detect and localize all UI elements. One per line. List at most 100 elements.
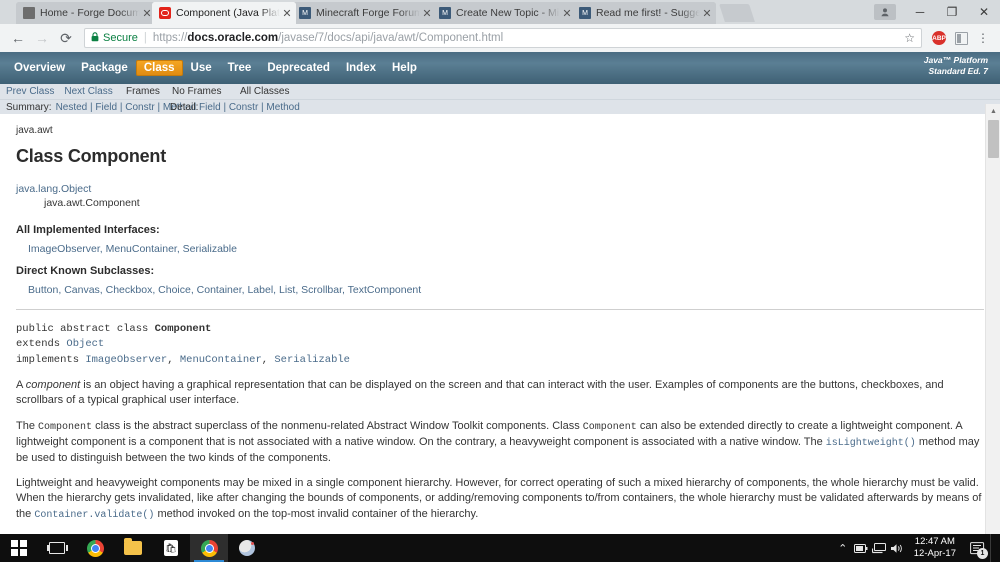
- folder-icon: [124, 538, 142, 555]
- decl-class-name: Component: [154, 323, 212, 336]
- detail-items[interactable]: Field | Constr | Method: [199, 102, 300, 113]
- security-label: Secure: [103, 32, 138, 44]
- file-explorer-button[interactable]: [114, 534, 152, 562]
- task-view-button[interactable]: [38, 534, 76, 562]
- browser-tab[interactable]: M Create New Topic - Mine ✕: [432, 2, 576, 24]
- abp-badge: ABP: [932, 31, 946, 45]
- volume-icon[interactable]: [888, 534, 906, 562]
- browser-tab[interactable]: Home - Forge Document ✕: [16, 2, 156, 24]
- bookmark-star-icon[interactable]: ☆: [904, 31, 915, 45]
- description-paragraph-2: The Component class is the abstract supe…: [16, 419, 984, 466]
- page-viewport: Overview Package Class Use Tree Deprecat…: [0, 52, 1000, 534]
- p3-part-b: method invoked on the top-most invalid c…: [154, 507, 479, 520]
- browser-tab-active[interactable]: Component (Java Platfor ✕: [152, 2, 296, 24]
- nav-index[interactable]: Index: [338, 59, 384, 77]
- is-lightweight-link[interactable]: isLightweight(): [826, 438, 916, 449]
- url-scheme: https://: [152, 32, 188, 44]
- prev-class-link[interactable]: Prev Class: [6, 86, 54, 97]
- browser-tab[interactable]: M Read me first! - Suggesti ✕: [572, 2, 716, 24]
- brand-line-1: Java™ Platform: [923, 55, 988, 65]
- start-button[interactable]: [0, 534, 38, 562]
- scroll-up-arrow-icon[interactable]: ▲: [986, 104, 1000, 119]
- notification-center-button[interactable]: 1: [964, 534, 990, 562]
- adblock-plus-icon[interactable]: ABP: [928, 27, 950, 49]
- nav-package[interactable]: Package: [73, 59, 136, 77]
- show-hidden-icons-chevron-icon[interactable]: ⌃: [834, 534, 852, 562]
- decl-interface-2[interactable]: MenuContainer: [180, 354, 262, 366]
- chrome-icon: [86, 539, 104, 557]
- forum-icon: M: [579, 7, 591, 19]
- package-name: java.awt: [16, 125, 53, 136]
- back-button[interactable]: ←: [6, 26, 30, 50]
- tab-close-icon[interactable]: ✕: [700, 7, 714, 20]
- decl-extends-kw: extends: [16, 338, 67, 351]
- next-class-link[interactable]: Next Class: [64, 86, 112, 97]
- forum-icon: M: [299, 7, 311, 19]
- forward-button[interactable]: →: [30, 26, 54, 50]
- browser-tab[interactable]: M Minecraft Forge Forums ✕: [292, 2, 436, 24]
- profile-avatar-icon[interactable]: [874, 4, 896, 20]
- taskbar-clock[interactable]: 12:47 AM 12-Apr-17: [906, 536, 964, 560]
- show-desktop-button[interactable]: [990, 534, 996, 562]
- class-declaration: public abstract class Component extends …: [16, 323, 350, 366]
- browser-window: Home - Forge Document ✕ Component (Java …: [0, 0, 1000, 534]
- inherit-leaf: java.awt.Component: [44, 197, 140, 210]
- page-scrollbar[interactable]: ▲ ▼: [985, 104, 1000, 534]
- container-validate-link[interactable]: Container.validate(): [34, 510, 154, 521]
- nav-class[interactable]: Class: [135, 60, 183, 76]
- decl-interface-1[interactable]: ImageObserver: [85, 354, 167, 366]
- page-title: Class Component: [16, 145, 167, 166]
- scrollbar-thumb[interactable]: [988, 120, 999, 158]
- new-tab-button[interactable]: [719, 4, 755, 22]
- inherit-root-link[interactable]: java.lang.Object: [16, 183, 91, 195]
- inheritance-tree: java.lang.Object java.awt.Component: [16, 182, 984, 211]
- task-view-icon: [46, 542, 68, 554]
- tab-close-icon[interactable]: ✕: [280, 7, 294, 20]
- nav-tree[interactable]: Tree: [220, 59, 260, 77]
- javadoc-topnav: Overview Package Class Use Tree Deprecat…: [0, 52, 1000, 84]
- tab-title: Read me first! - Suggesti: [596, 7, 700, 19]
- chrome-taskbar-button[interactable]: [76, 534, 114, 562]
- close-button[interactable]: ✕: [968, 0, 1000, 24]
- subnav-row-1: Prev Class Next Class Frames No Frames A…: [0, 84, 1000, 99]
- implemented-interfaces-list: ImageObserver, MenuContainer, Serializab…: [16, 242, 984, 256]
- description-paragraph-3: Lightweight and heavyweight components m…: [16, 476, 984, 523]
- chrome-window-button[interactable]: [190, 534, 228, 562]
- address-bar[interactable]: Secure | https://docs.oracle.com/javase/…: [84, 28, 922, 48]
- java-platform-brand: Java™ Platform Standard Ed. 7: [924, 55, 988, 77]
- chrome-menu-icon[interactable]: ⋮: [972, 27, 994, 49]
- decl-superclass-link[interactable]: Object: [66, 338, 104, 350]
- clock-date: 12-Apr-17: [913, 548, 956, 559]
- minimize-button[interactable]: ─: [904, 0, 936, 24]
- p2-part-b: class is the abstract superclass of the …: [92, 419, 583, 432]
- p2-code-1: Component: [38, 421, 93, 433]
- frames-link[interactable]: Frames: [126, 86, 160, 97]
- reload-button[interactable]: ⟳: [54, 26, 78, 50]
- tab-title: Home - Forge Document: [40, 7, 140, 19]
- nav-help[interactable]: Help: [384, 59, 425, 77]
- decl-interface-3[interactable]: Serializable: [274, 354, 350, 366]
- p2-part-a: The: [16, 419, 39, 432]
- nav-deprecated[interactable]: Deprecated: [259, 59, 338, 77]
- lock-icon: [91, 31, 99, 45]
- p1-part-a: A: [16, 378, 26, 391]
- nav-overview[interactable]: Overview: [6, 59, 73, 77]
- omnibox-divider: |: [143, 32, 147, 44]
- battery-icon[interactable]: [852, 534, 870, 562]
- paint-icon: [239, 540, 255, 556]
- p2-code-2: Component: [582, 421, 637, 433]
- maximize-button[interactable]: ❐: [936, 0, 968, 24]
- no-frames-link[interactable]: No Frames: [172, 86, 221, 97]
- section-divider: [16, 309, 984, 311]
- subclasses-links[interactable]: Button, Canvas, Checkbox, Choice, Contai…: [28, 284, 421, 296]
- store-button[interactable]: [152, 534, 190, 562]
- all-classes-link[interactable]: All Classes: [240, 86, 289, 97]
- network-icon[interactable]: [870, 534, 888, 562]
- frames-label: Frames: [126, 86, 160, 97]
- implemented-interfaces-links[interactable]: ImageObserver, MenuContainer, Serializab…: [28, 243, 237, 255]
- forum-icon: M: [439, 7, 451, 19]
- extension-icon[interactable]: [950, 27, 972, 49]
- paint-button[interactable]: [228, 534, 266, 562]
- nav-use[interactable]: Use: [183, 59, 220, 77]
- windows-logo-icon: [11, 540, 27, 556]
